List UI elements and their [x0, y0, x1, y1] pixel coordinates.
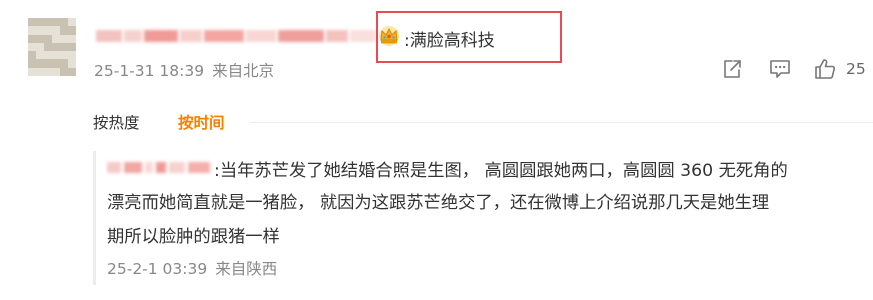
comment-icon[interactable]	[769, 58, 791, 80]
like-icon[interactable]	[814, 58, 836, 80]
sub-comment-date: 25-2-1 03:39	[107, 260, 208, 278]
sub-comment-text-line: 漂亮而她简直就是一猪脸， 就因为这跟苏芒绝交了，还在微博上介绍说那几天是她生理	[107, 193, 770, 213]
sub-comment-meta: 25-2-1 03:39 来自陕西	[107, 257, 277, 279]
share-icon[interactable]	[721, 58, 743, 80]
sort-by-time-tab[interactable]: 按时间	[178, 111, 225, 133]
sub-comment-username-blurred[interactable]	[107, 158, 213, 176]
highlight-box	[376, 11, 562, 63]
comment-meta: 25-1-31 18:39 来自北京	[94, 59, 274, 81]
sub-comment-location: 来自陕西	[215, 260, 278, 278]
username-blurred[interactable]	[96, 27, 378, 45]
comment-date: 25-1-31 18:39	[94, 62, 205, 80]
sub-comment-border	[93, 151, 96, 285]
sub-comment-text-line: 期所以脸肿的跟猪一样	[107, 227, 280, 247]
sort-by-hot-tab[interactable]: 按热度	[93, 111, 140, 133]
sort-divider	[250, 122, 873, 123]
avatar[interactable]	[28, 18, 76, 77]
sub-comment-text-line: :当年苏芒发了她结婚合照是生图， 高圆圆跟她两口，高圆圆 360 无死角的	[214, 161, 788, 181]
comment-location: 来自北京	[212, 62, 275, 80]
like-count: 25	[846, 60, 866, 78]
